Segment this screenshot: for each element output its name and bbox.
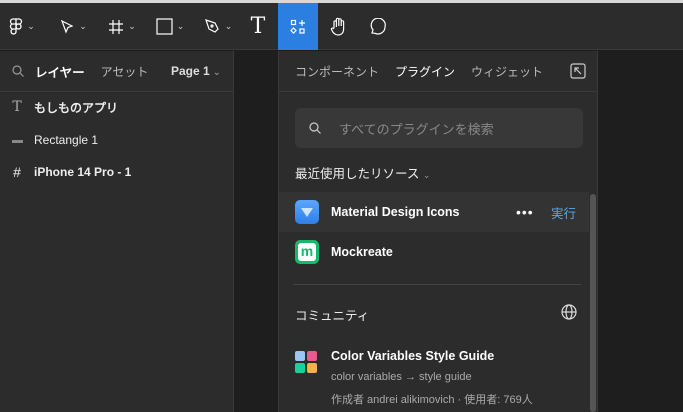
plugin-name: Color Variables Style Guide	[331, 349, 495, 363]
layer-item[interactable]: # iPhone 14 Pro - 1	[0, 156, 234, 188]
frame-icon	[109, 19, 124, 34]
frame-tool-button[interactable]: ⌄	[104, 3, 140, 50]
layer-item[interactable]: Rectangle 1	[0, 124, 234, 156]
mockreate-logo: m	[295, 240, 319, 264]
resources-icon	[290, 19, 305, 34]
chevron-down-icon: ⌄	[128, 21, 136, 31]
search-icon	[309, 122, 321, 134]
text-tool-button[interactable]: T	[244, 3, 272, 50]
run-button[interactable]: 実行	[551, 203, 576, 222]
layer-name: iPhone 14 Pro - 1	[34, 165, 132, 179]
chevron-down-icon: ⌄	[79, 21, 87, 31]
resources-popover: コンポーネント プラグイン ウィジェット すべてのプラグインを検索 最近使用した…	[278, 51, 598, 412]
move-tool-button[interactable]: ⌄	[55, 3, 91, 50]
community-label: コミュニティ	[295, 309, 370, 323]
page-selector[interactable]: Page 1 ⌄	[171, 64, 221, 78]
comment-tool-button[interactable]	[362, 3, 394, 50]
resources-tool-button[interactable]	[278, 3, 318, 50]
material-design-icons-logo	[295, 200, 319, 224]
globe-icon[interactable]	[561, 304, 577, 320]
frame-icon: #	[13, 164, 21, 180]
chevron-down-icon: ⌄	[224, 21, 233, 31]
chevron-down-icon: ⌄	[176, 21, 185, 31]
tab-widgets[interactable]: ウィジェット	[471, 63, 543, 80]
scrollbar[interactable]	[590, 194, 596, 412]
shape-tool-button[interactable]: ⌄	[152, 3, 188, 50]
plugin-search-input[interactable]: すべてのプラグインを検索	[295, 108, 583, 148]
search-placeholder: すべてのプラグインを検索	[339, 121, 494, 137]
plugin-meta: 作成者 andrei alikimovich · 使用者: 769人	[331, 394, 533, 406]
text-icon: T	[250, 14, 266, 39]
figma-logo-icon	[10, 17, 23, 35]
divider	[293, 284, 581, 285]
plugin-name: Mockreate	[331, 245, 393, 259]
tab-plugins[interactable]: プラグイン	[395, 63, 455, 80]
recent-label: 最近使用したリソース	[295, 167, 420, 181]
plugin-row-material-design-icons[interactable]: Material Design Icons ••• 実行	[279, 192, 589, 232]
layer-name: Rectangle 1	[34, 133, 99, 147]
rectangle-icon	[0, 132, 34, 148]
chevron-down-icon: ⌄	[213, 67, 221, 77]
more-options-icon[interactable]: •••	[516, 204, 534, 220]
toolbar: ⌄ ⌄ ⌄ ⌄ ⌄ T	[0, 3, 683, 50]
chevron-down-icon: ⌄	[422, 170, 431, 180]
cursor-icon	[61, 19, 74, 34]
text-icon: T	[12, 99, 22, 115]
page-name: Page 1	[171, 64, 210, 78]
community-plugin-item[interactable]: Color Variables Style Guide color variab…	[295, 347, 585, 407]
plugin-row-mockreate[interactable]: m Mockreate	[279, 232, 589, 272]
color-variables-logo	[295, 351, 317, 373]
layer-item[interactable]: T もしものアプリ	[0, 91, 234, 123]
tab-layers[interactable]: レイヤー	[35, 62, 85, 81]
plugin-name: Material Design Icons	[331, 205, 460, 219]
tab-components[interactable]: コンポーネント	[295, 63, 379, 80]
pen-tool-button[interactable]: ⌄	[200, 3, 236, 50]
comment-icon	[370, 17, 386, 35]
figma-menu-button[interactable]: ⌄	[4, 3, 40, 50]
pen-icon	[204, 19, 219, 33]
plugin-description: color variables → style guide	[331, 371, 472, 383]
collapse-icon[interactable]	[570, 63, 586, 79]
hand-icon	[330, 17, 345, 36]
layer-name: もしものアプリ	[34, 100, 119, 115]
rectangle-icon	[156, 18, 173, 35]
hand-tool-button[interactable]	[322, 3, 356, 50]
recent-dropdown[interactable]: 最近使用したリソース ⌄	[295, 163, 430, 182]
chevron-down-icon: ⌄	[27, 21, 35, 31]
layers-panel: レイヤー アセット Page 1 ⌄ T もしものアプリ Rectangle 1 …	[0, 51, 234, 412]
search-icon[interactable]	[12, 65, 24, 77]
tab-assets[interactable]: アセット	[101, 63, 149, 80]
